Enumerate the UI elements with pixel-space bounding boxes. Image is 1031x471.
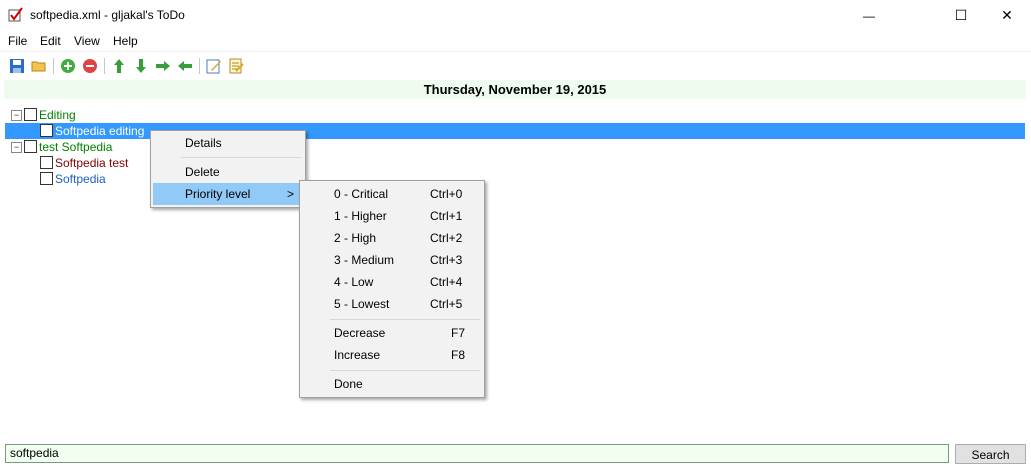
title-bar: softpedia.xml - gljakal's ToDo — ☐ ✕ [0,0,1031,31]
menu-separator [330,370,480,371]
shortcut-label: Ctrl+4 [430,275,463,289]
save-icon[interactable] [7,56,27,76]
collapse-icon[interactable]: − [11,110,22,121]
window-title: softpedia.xml - gljakal's ToDo [30,8,185,22]
menu-bar: File Edit View Help [0,31,1031,52]
notes-icon[interactable] [226,56,246,76]
outdent-icon[interactable] [175,56,195,76]
add-icon[interactable] [58,56,78,76]
shortcut-label: Ctrl+3 [430,253,463,267]
tree-group-editing[interactable]: Editing [39,107,76,123]
priority-level-label: Priority level [185,187,251,201]
menu-item-priority-level[interactable]: Priority level > [153,183,301,205]
open-folder-icon[interactable] [29,56,49,76]
priority-done[interactable]: Done [334,373,363,395]
shortcut-label: F7 [451,326,466,340]
priority-decrease[interactable]: Decrease [334,322,385,344]
toolbar-separator [199,58,200,74]
priority-higher[interactable]: 1 - Higher [334,205,387,227]
search-button[interactable]: Search [955,444,1026,464]
tree-group-test-softpedia[interactable]: test Softpedia [39,139,112,155]
priority-increase[interactable]: Increase [334,344,380,366]
priority-medium[interactable]: 3 - Medium [334,249,394,271]
app-checkmark-icon [8,7,23,22]
menu-help[interactable]: Help [113,34,138,48]
shortcut-label: Ctrl+2 [430,231,463,245]
context-menu: Details Delete Priority level > [150,130,306,208]
menu-view[interactable]: View [74,34,100,48]
menu-edit[interactable]: Edit [40,34,61,48]
collapse-icon[interactable]: − [11,142,22,153]
toolbar-separator [53,58,54,74]
checkbox[interactable] [40,156,53,169]
maximize-icon: ☐ [954,7,968,23]
indent-icon[interactable] [153,56,173,76]
shortcut-label: F8 [451,348,466,362]
menu-separator [181,157,301,158]
minimize-button[interactable]: — [846,0,892,31]
tree-item-softpedia[interactable]: Softpedia [55,171,106,187]
priority-high[interactable]: 2 - High [334,227,376,249]
priority-submenu: 0 - Critical Ctrl+0 1 - Higher Ctrl+1 2 … [299,180,485,398]
checkbox[interactable] [40,124,53,137]
shortcut-label: Ctrl+0 [430,187,463,201]
toolbar-separator [104,58,105,74]
close-icon: ✕ [1001,7,1013,23]
toolbar [0,53,1031,79]
shortcut-label: Ctrl+1 [430,209,463,223]
menu-item-details[interactable]: Details [185,132,222,154]
menu-file[interactable]: File [8,34,27,48]
date-header: Thursday, November 19, 2015 [4,80,1026,99]
close-button[interactable]: ✕ [984,0,1030,31]
checkbox[interactable] [40,172,53,185]
remove-icon[interactable] [80,56,100,76]
checkbox[interactable] [24,108,37,121]
priority-low[interactable]: 4 - Low [334,271,373,293]
move-up-icon[interactable] [109,56,129,76]
shortcut-label: Ctrl+5 [430,297,463,311]
tree-item-softpedia-test[interactable]: Softpedia test [55,155,128,171]
minimize-icon: — [863,8,875,23]
move-down-icon[interactable] [131,56,151,76]
priority-lowest[interactable]: 5 - Lowest [334,293,389,315]
menu-item-delete[interactable]: Delete [185,161,220,183]
maximize-button[interactable]: ☐ [938,0,984,31]
chevron-right-icon: > [287,187,295,201]
checkbox[interactable] [24,140,37,153]
search-input[interactable] [5,444,949,463]
edit-icon[interactable] [204,56,224,76]
menu-separator [330,319,480,320]
priority-critical[interactable]: 0 - Critical [334,183,388,205]
tree-item-softpedia-editing[interactable]: Softpedia editing [55,123,144,139]
